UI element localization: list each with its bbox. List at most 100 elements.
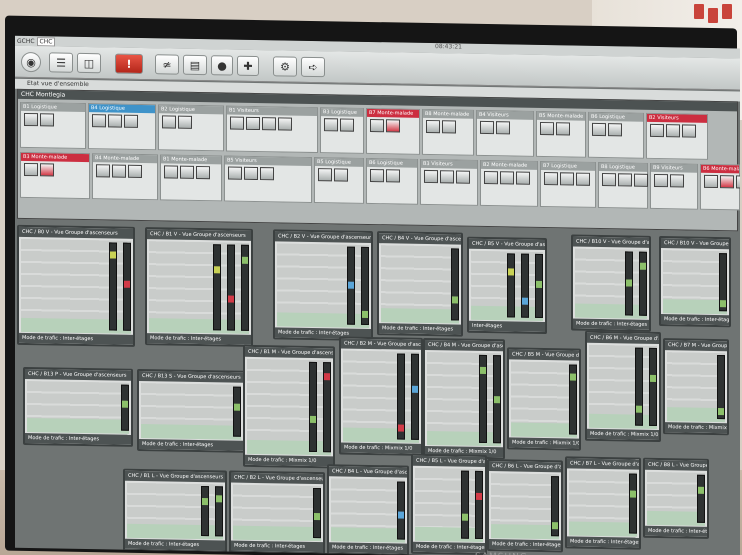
elevator-car[interactable] (462, 513, 468, 521)
chart-button[interactable]: ≄ (155, 54, 179, 75)
elevator-unit-icon[interactable] (228, 166, 242, 180)
group-tile[interactable]: B3 Visiteurs (420, 158, 478, 206)
elevator-car[interactable] (636, 405, 642, 413)
elevator-car[interactable] (720, 300, 726, 308)
elevator-shaft[interactable] (461, 470, 469, 539)
info-button[interactable]: ✚ (237, 55, 259, 77)
elevator-unit-icon[interactable] (592, 122, 606, 137)
elevator-shaft[interactable] (719, 253, 727, 312)
elevator-unit-icon[interactable] (40, 113, 54, 127)
exit-button[interactable]: ➪ (301, 56, 325, 78)
elevator-unit-icon[interactable] (618, 173, 632, 187)
elevator-unit-icon[interactable] (244, 166, 258, 181)
elevator-shaft[interactable] (639, 251, 647, 316)
elevator-unit-icon[interactable] (96, 164, 110, 178)
elevator-unit-icon[interactable] (736, 175, 740, 189)
elevator-unit-icon[interactable] (484, 170, 498, 185)
elevator-unit-icon[interactable] (370, 118, 384, 133)
elevator-shaft[interactable] (227, 244, 235, 331)
elevator-unit-icon[interactable] (426, 119, 440, 134)
home-button[interactable]: ◉ (21, 51, 41, 73)
elevator-unit-icon[interactable] (442, 120, 456, 134)
list-view-button[interactable]: ☰ (49, 52, 73, 73)
elevator-shaft[interactable] (201, 486, 209, 537)
elevator-group-panel[interactable]: CHC / B6 L - Vue Groupe d'ascenseurs Mode… (487, 459, 563, 553)
elevator-unit-icon[interactable] (576, 172, 590, 186)
elevator-shaft[interactable] (347, 246, 355, 325)
group-tile[interactable]: B6 Logistique (588, 111, 644, 159)
elevator-shaft[interactable] (479, 354, 487, 444)
elevator-unit-icon[interactable] (40, 163, 54, 177)
group-tile[interactable]: B5 Visiteurs (224, 155, 312, 203)
elevator-unit-icon[interactable] (500, 171, 514, 185)
elevator-group-panel[interactable]: CHC / B7 M - Vue Groupe d'ascenseurs Mode… (663, 338, 729, 436)
group-tile[interactable]: B3 Monte-malade (20, 151, 90, 200)
elevator-shaft[interactable] (241, 244, 249, 331)
elevator-shaft[interactable] (215, 486, 223, 537)
group-tile[interactable]: B5 Monte-malade (536, 110, 586, 158)
elevator-unit-icon[interactable] (540, 121, 554, 136)
elevator-unit-icon[interactable] (318, 168, 332, 182)
elevator-group-panel[interactable]: CHC / B5 V - Vue Groupe d'ascenseurs Inte… (467, 236, 547, 335)
elevator-group-panel[interactable]: CHC / B5 L - Vue Groupe d'ascenseurs Mode… (411, 453, 487, 555)
group-tile[interactable]: B2 Monte-malade (480, 159, 538, 207)
elevator-unit-icon[interactable] (180, 165, 194, 179)
group-tile[interactable]: B7 Logistique (540, 160, 596, 208)
elevator-car[interactable] (110, 251, 116, 259)
elevator-shaft[interactable] (109, 242, 117, 331)
elevator-unit-icon[interactable] (424, 169, 438, 184)
elevator-car[interactable] (124, 280, 130, 288)
elevator-car[interactable] (214, 266, 220, 274)
group-tile[interactable]: B6 Logistique (366, 157, 418, 205)
elevator-unit-icon[interactable] (704, 174, 718, 189)
elevator-car[interactable] (216, 495, 222, 503)
elevator-unit-icon[interactable] (262, 117, 276, 131)
elevator-unit-icon[interactable] (334, 168, 348, 182)
elevator-unit-icon[interactable] (108, 114, 122, 128)
split-view-button[interactable]: ◫ (77, 52, 101, 74)
settings-button[interactable]: ⚙ (273, 56, 297, 77)
elevator-shaft[interactable] (213, 244, 221, 331)
elevator-unit-icon[interactable] (24, 162, 38, 177)
elevator-unit-icon[interactable] (162, 115, 176, 129)
group-tile[interactable]: B5 Logistique (314, 157, 364, 204)
group-tile[interactable]: B1 Visiteurs (226, 105, 318, 154)
elevator-unit-icon[interactable] (340, 118, 354, 132)
elevator-group-panel[interactable]: CHC / B13 S - Vue Groupe d'ascenseurs Mod… (137, 368, 245, 453)
elevator-group-panel[interactable]: CHC / B8 L - Vue Groupe d'ascenseurs Mode… (643, 457, 709, 539)
elevator-unit-icon[interactable] (602, 173, 616, 187)
elevator-unit-icon[interactable] (260, 167, 274, 181)
elevator-group-panel[interactable]: CHC / B5 M - Vue Groupe d'ascenseurs Mode… (507, 347, 581, 451)
elevator-unit-icon[interactable] (650, 123, 664, 138)
elevator-car[interactable] (398, 424, 404, 432)
elevator-shaft[interactable] (361, 246, 369, 325)
elevator-group-panel[interactable]: CHC / B4 L - Vue Groupe d'ascenseurs Mode… (327, 464, 409, 555)
elevator-group-panel[interactable]: CHC / B1 M - Vue Groupe d'ascenseurs Mode… (243, 344, 335, 469)
elevator-car[interactable] (228, 295, 234, 303)
elevator-unit-icon[interactable] (230, 116, 244, 130)
group-tile[interactable]: B2 Visiteurs (646, 112, 708, 160)
elevator-unit-icon[interactable] (608, 123, 622, 137)
clipboard-button[interactable]: ▤ (183, 54, 207, 76)
group-tile[interactable]: B8 Logistique (598, 161, 648, 209)
elevator-car[interactable] (494, 396, 500, 404)
elevator-car[interactable] (412, 385, 418, 393)
elevator-car[interactable] (718, 408, 724, 416)
elevator-car[interactable] (324, 373, 330, 381)
elevator-unit-icon[interactable] (324, 118, 338, 132)
elevator-shaft[interactable] (629, 473, 637, 534)
elevator-unit-icon[interactable] (634, 173, 648, 187)
elevator-car[interactable] (452, 296, 458, 304)
elevator-shaft[interactable] (535, 253, 543, 319)
elevator-unit-icon[interactable] (516, 171, 530, 185)
elevator-shaft[interactable] (313, 487, 321, 539)
elevator-car[interactable] (508, 268, 514, 276)
elevator-unit-icon[interactable] (24, 112, 38, 127)
elevator-unit-icon[interactable] (386, 119, 400, 133)
elevator-group-panel[interactable]: CHC / B2 M - Vue Groupe d'ascenseurs Mode… (339, 336, 423, 456)
elevator-unit-icon[interactable] (496, 121, 510, 135)
elevator-car[interactable] (626, 279, 632, 287)
elevator-car[interactable] (310, 415, 316, 424)
elevator-shaft[interactable] (551, 476, 559, 537)
group-tile[interactable]: B7 Monte-malade (366, 107, 420, 155)
